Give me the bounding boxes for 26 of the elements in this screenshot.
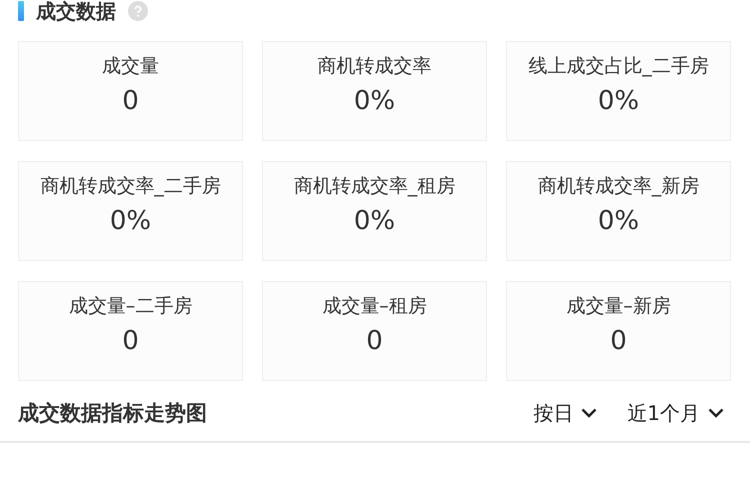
metric-label: 成交量–二手房 <box>68 294 192 318</box>
chevron-down-icon <box>708 408 724 418</box>
metric-value: 0% <box>354 206 396 236</box>
metric-value: 0 <box>122 326 139 356</box>
metric-value: 0 <box>366 326 383 356</box>
metric-label: 成交量–租房 <box>322 294 427 318</box>
filter-dropdown[interactable]: 近1个月 <box>619 400 732 426</box>
metric-label: 商机转成交率_新房 <box>538 174 700 198</box>
chevron-down-icon <box>581 408 598 418</box>
metric-value: 0 <box>122 86 139 116</box>
metric-label: 商机转成交率 <box>318 54 432 78</box>
metric-label: 商机转成交率_二手房 <box>40 174 221 198</box>
metric-label: 成交量–新房 <box>566 294 671 318</box>
section-title: 成交数据 <box>36 0 116 22</box>
filter-dropdown[interactable]: 按日 <box>525 400 606 426</box>
metric-value: 0% <box>110 206 152 236</box>
chart-title: 成交数据指标走势图 <box>18 400 208 427</box>
metric-label: 线上成交占比_二手房 <box>528 54 709 78</box>
metric-value: 0 <box>610 326 627 356</box>
metric-label: 商机转成交率_租房 <box>294 174 456 198</box>
accent-bar <box>18 1 24 21</box>
metric-value: 0% <box>598 206 640 236</box>
metric-label: 成交量 <box>102 54 159 78</box>
metric-value: 0% <box>354 86 396 116</box>
metric-value: 0% <box>598 86 640 116</box>
help-icon[interactable] <box>128 1 148 21</box>
